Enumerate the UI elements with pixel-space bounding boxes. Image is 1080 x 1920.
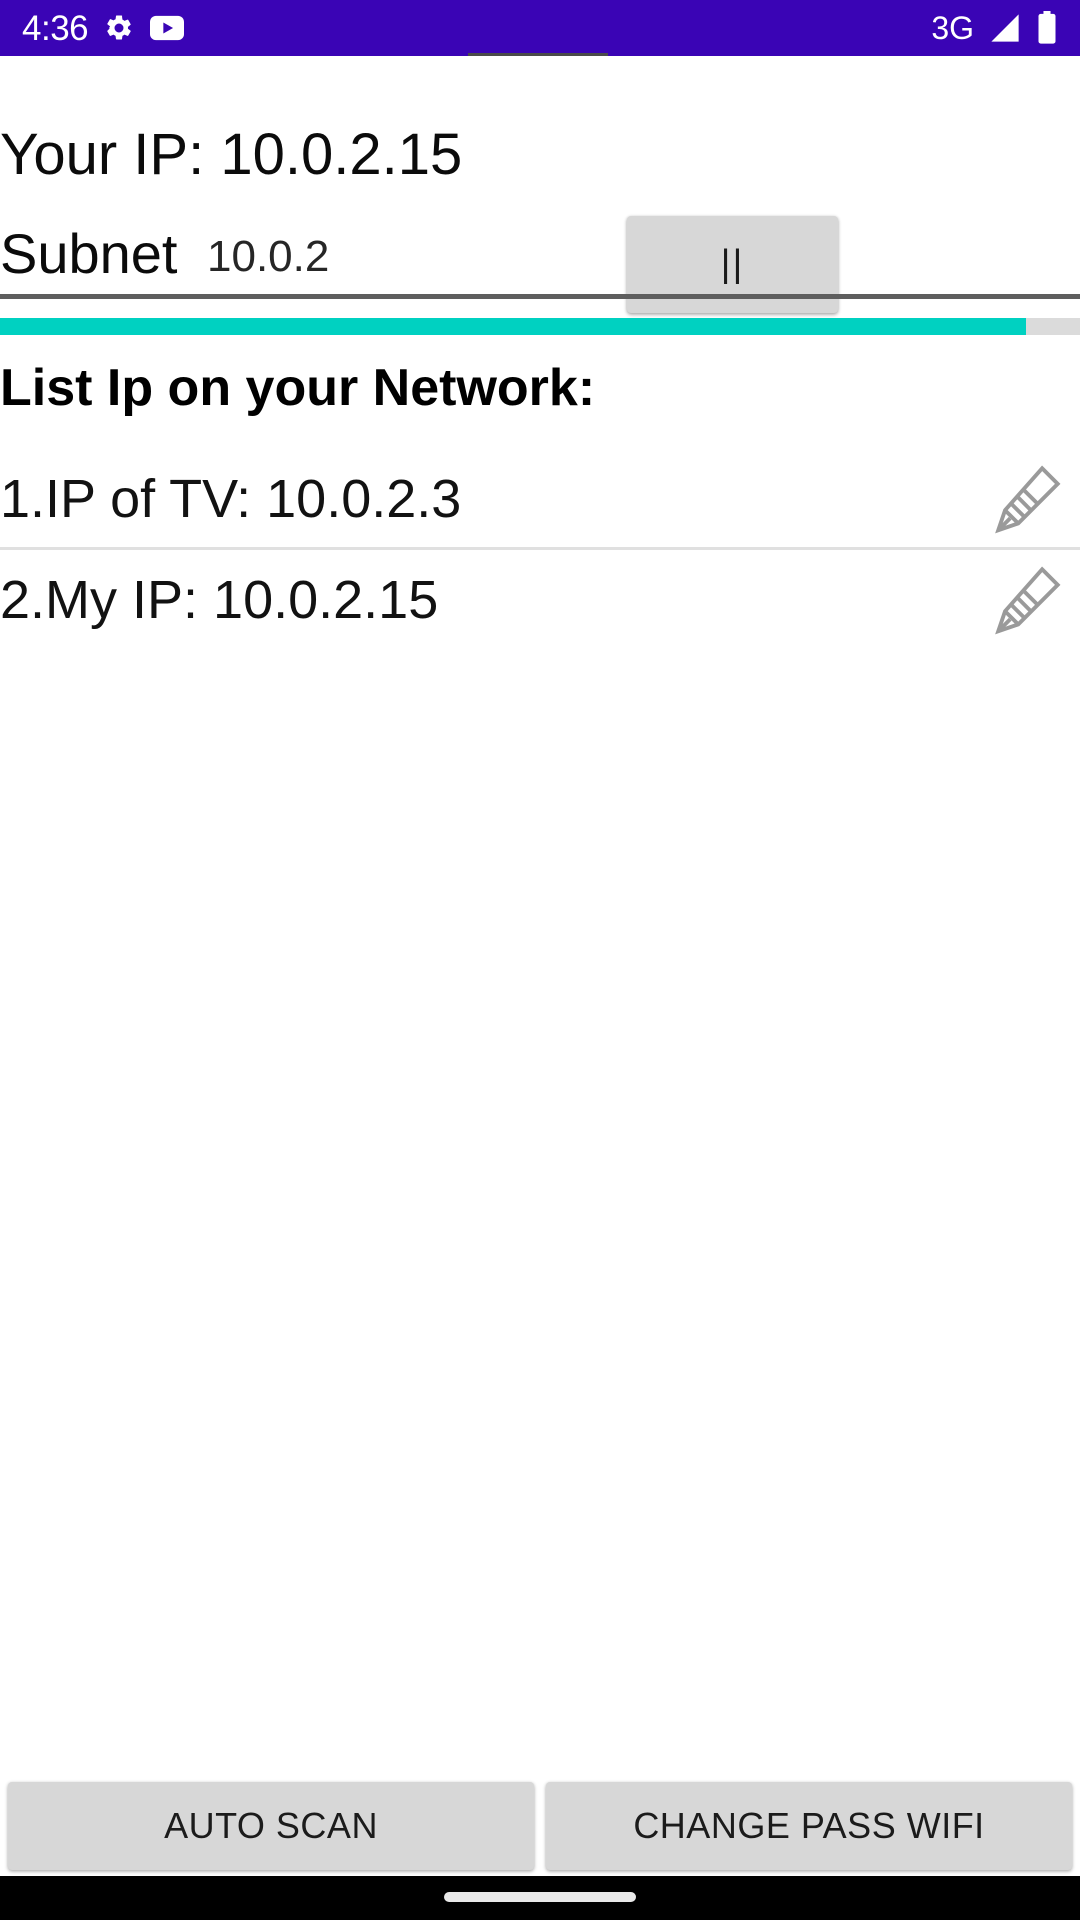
status-bar: 4:36 3G	[0, 0, 1080, 56]
auto-scan-button[interactable]: AUTO SCAN	[8, 1782, 534, 1870]
pencil-icon[interactable]	[988, 460, 1066, 538]
subnet-row: Subnet ||	[0, 216, 1080, 326]
list-item[interactable]: 2.My IP: 10.0.2.15	[0, 550, 1080, 650]
home-gesture-pill[interactable]	[444, 1892, 636, 1902]
ip-list: 1.IP of TV: 10.0.2.3 2.My IP: 10.0.2.15	[0, 450, 1080, 650]
list-item[interactable]: 1.IP of TV: 10.0.2.3	[0, 450, 1080, 550]
header-divider	[0, 294, 1080, 299]
app-root: 4:36 3G Your IP: 10.0.2.15 Subnet 10.0.2…	[0, 0, 1080, 1920]
scan-progress-bar	[0, 318, 1080, 335]
battery-icon	[1036, 11, 1058, 45]
change-pass-wifi-button[interactable]: CHANGE PASS WIFI	[546, 1782, 1072, 1870]
list-item-label: 2.My IP: 10.0.2.15	[0, 570, 439, 630]
list-heading: List Ip on your Network:	[0, 359, 596, 417]
status-bar-left: 4:36	[22, 8, 185, 48]
header-panel: Your IP: 10.0.2.15 Subnet ||	[0, 56, 1080, 313]
system-navigation-bar	[0, 1876, 1080, 1920]
youtube-icon	[150, 15, 185, 41]
bottom-action-bar: AUTO SCAN CHANGE PASS WIFI	[0, 1782, 1080, 1870]
pencil-icon[interactable]	[988, 561, 1066, 639]
status-bar-right: 3G	[931, 11, 1058, 45]
subnet-input[interactable]	[205, 232, 580, 297]
your-ip-label: Your IP: 10.0.2.15	[0, 122, 463, 187]
signal-icon	[988, 13, 1022, 43]
scan-progress-fill	[0, 318, 1026, 335]
list-item-label: 1.IP of TV: 10.0.2.3	[0, 468, 462, 529]
status-bar-clock: 4:36	[22, 8, 89, 48]
subnet-field-wrapper	[205, 232, 580, 297]
network-type-label: 3G	[931, 10, 974, 46]
gear-icon	[104, 13, 134, 43]
subnet-label: Subnet	[0, 222, 178, 285]
